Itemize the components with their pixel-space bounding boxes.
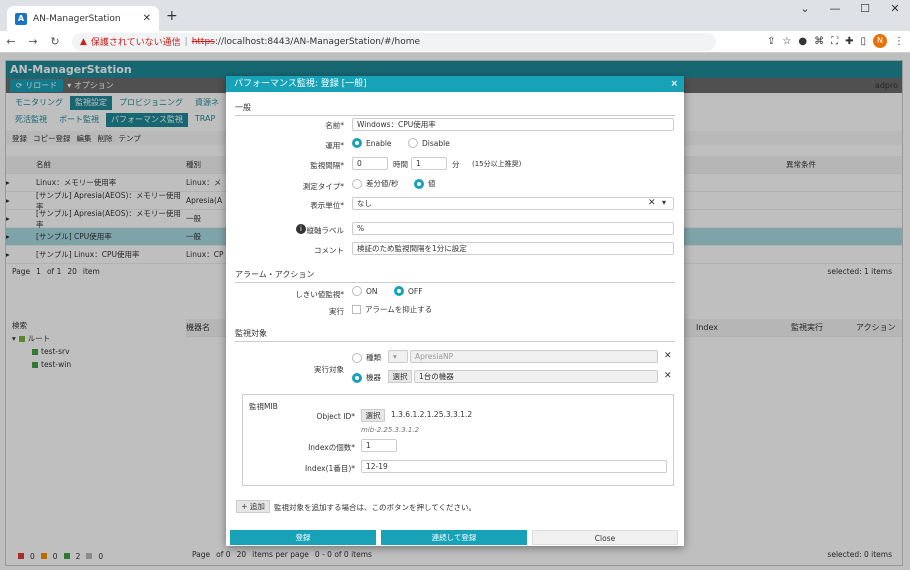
index-count-label: Indexの個数* <box>308 443 355 452</box>
oid-select-button[interactable]: 選択 <box>361 409 385 422</box>
threshold-on-radio[interactable]: ON <box>352 286 378 296</box>
device-radio[interactable]: 機器 <box>352 372 381 383</box>
register-button[interactable]: 登録 <box>230 530 376 545</box>
unit-label: 表示単位* <box>310 201 344 210</box>
insecure-label: 保護されていない通信 <box>90 38 181 48</box>
reload-icon[interactable]: ↻ <box>44 35 66 48</box>
threshold-label: しきい値監視* <box>295 290 344 299</box>
url-scheme: https <box>191 36 215 47</box>
forward-icon[interactable]: → <box>22 35 44 48</box>
unit-select[interactable]: なし <box>352 197 674 210</box>
hour-unit: 時間 <box>393 160 408 169</box>
yaxis-label: 縦軸ラベル <box>306 226 345 235</box>
minute-unit: 分 <box>452 160 460 169</box>
suppress-checkbox[interactable]: アラームを抑止する <box>352 304 432 315</box>
close-window-button[interactable]: ✕ <box>880 0 910 18</box>
dialog-header: パフォーマンス監視: 登録 [一般] × <box>226 76 684 92</box>
interval-note: (15分以上推奨) <box>472 160 522 168</box>
maximize-button[interactable]: ☐ <box>850 0 880 18</box>
bookmark-star-icon[interactable]: ☆ <box>782 36 791 47</box>
hour-stepper[interactable]: 0 <box>352 157 388 170</box>
sidepanel-icon[interactable]: ▯ <box>860 36 866 47</box>
oid-label: Object ID* <box>316 412 355 421</box>
name-label: 名前* <box>325 121 344 130</box>
new-tab-button[interactable]: + <box>166 8 178 24</box>
exec-label: 実行 <box>329 307 344 316</box>
add-target-button[interactable]: + 追加 <box>236 500 270 513</box>
section-alarm: アラーム・アクション <box>235 269 675 283</box>
menu-icon[interactable]: ⋮ <box>894 36 904 47</box>
oid-name: mib-2.25.3.3.1.2 <box>361 426 420 434</box>
warning-icon: ▲ <box>80 36 87 47</box>
chevron-down-icon[interactable]: ▾ <box>662 198 666 207</box>
dialog-title: パフォーマンス監視: 登録 [一般] <box>234 79 367 89</box>
comment-label: コメント <box>314 246 344 255</box>
back-icon[interactable]: ← <box>0 35 22 48</box>
device-clear-icon[interactable]: ✕ <box>664 371 672 381</box>
profile-avatar[interactable]: N <box>873 34 887 48</box>
mib-panel: 監視MIB Object ID* 選択 1.3.6.1.2.1.25.3.3.1… <box>242 394 674 486</box>
url-field[interactable]: ▲ 保護されていない通信 | https://localhost:8443/AN… <box>72 32 716 51</box>
section-general: 一般 <box>235 102 675 116</box>
tab-title: AN-ManagerStation <box>33 13 121 24</box>
extension-bar: ⇪ ☆ ● ⌘ ⛶ ✚ ▯ N ⋮ <box>767 34 904 48</box>
dialog-close-icon[interactable]: × <box>670 76 678 92</box>
type-dropdown[interactable]: ▾ <box>388 350 408 363</box>
translate-icon[interactable]: ⌘ <box>814 36 824 47</box>
measure-type-label: 測定タイプ* <box>302 182 344 191</box>
extension-icon[interactable]: ● <box>798 36 807 47</box>
share-icon[interactable]: ⇪ <box>767 36 775 47</box>
type-clear-icon[interactable]: ✕ <box>664 351 672 361</box>
add-note: 監視対象を追加する場合は、このボタンを押してください。 <box>274 503 477 512</box>
index1-input[interactable]: 12-19 <box>361 460 667 473</box>
index1-label: Index(1番目)* <box>304 464 355 473</box>
browser-tab[interactable]: A AN-ManagerStation ✕ <box>7 6 159 31</box>
type-radio[interactable]: 種類 <box>352 352 381 363</box>
name-input[interactable]: Windows：CPU使用率 <box>352 118 674 131</box>
yaxis-input[interactable]: % <box>352 222 674 235</box>
close-button[interactable]: Close <box>532 530 678 545</box>
value-radio[interactable]: 値 <box>414 178 436 189</box>
enable-radio[interactable]: Enable <box>352 138 392 148</box>
operation-label: 運用* <box>325 141 344 150</box>
type-value[interactable]: ApresiaNP <box>410 350 658 363</box>
clear-icon[interactable]: ✕ <box>648 198 656 208</box>
tab-search-icon[interactable]: ⌄ <box>790 0 820 18</box>
screenshot-icon[interactable]: ⛶ <box>831 36 838 47</box>
mib-title: 監視MIB <box>249 402 278 411</box>
register-continue-button[interactable]: 連続して登録 <box>381 530 527 545</box>
disable-radio[interactable]: Disable <box>408 138 450 148</box>
device-count: 1台の機器 <box>414 370 658 383</box>
threshold-off-radio[interactable]: OFF <box>394 286 423 296</box>
interval-label: 監視間隔* <box>310 161 344 170</box>
register-dialog: パフォーマンス監視: 登録 [一般] × 一般 名前* Windows：CPU使… <box>226 76 684 546</box>
puzzle-icon[interactable]: ✚ <box>845 36 853 47</box>
minute-stepper[interactable]: 1 <box>411 157 447 170</box>
browser-tabstrip: A AN-ManagerStation ✕ + ⌄ — ☐ ✕ <box>0 0 910 31</box>
url-path: ://localhost:8443/AN-ManagerStation/#/ho… <box>214 36 421 47</box>
app-favicon-icon: A <box>15 12 27 25</box>
diff-radio[interactable]: 差分値/秒 <box>352 178 399 189</box>
window-controls: ⌄ — ☐ ✕ <box>790 0 910 18</box>
target-label: 実行対象 <box>314 365 344 374</box>
device-select-button[interactable]: 選択 <box>388 370 412 383</box>
url-divider: | <box>184 36 188 47</box>
index-count-stepper[interactable]: 1 <box>361 439 397 452</box>
minimize-button[interactable]: — <box>820 0 850 18</box>
oid-input[interactable]: 1.3.6.1.2.1.25.3.3.1.2 <box>387 409 667 422</box>
tab-close-icon[interactable]: ✕ <box>143 13 151 24</box>
section-target: 監視対象 <box>235 328 675 342</box>
comment-input[interactable]: 検証のため監視間隔を1分に設定 <box>352 242 674 255</box>
